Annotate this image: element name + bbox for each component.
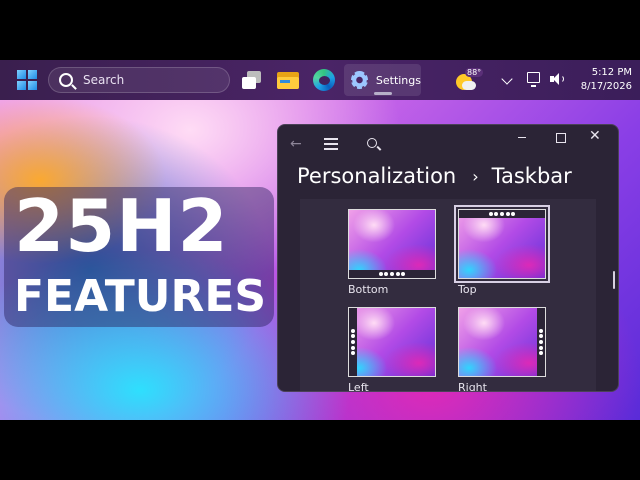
window-search-icon[interactable] — [367, 138, 377, 148]
position-left-label: Left — [348, 381, 369, 392]
letterbox-top — [0, 0, 640, 60]
weather-icon[interactable]: 88° — [456, 68, 486, 92]
letterbox-bottom — [0, 420, 640, 480]
taskbar-search-box[interactable]: Search — [48, 67, 230, 93]
network-icon[interactable] — [527, 72, 540, 87]
active-indicator — [374, 92, 392, 95]
taskbar-position-gallery: Bottom Top Left Right — [300, 199, 596, 391]
window-scrollbar[interactable] — [613, 271, 615, 289]
taskbar-clock[interactable]: 5:12 PM 8/17/2026 — [572, 66, 632, 94]
settings-gear-icon — [351, 71, 368, 89]
position-left-option[interactable] — [348, 307, 436, 377]
volume-icon[interactable] — [550, 73, 564, 85]
position-right-label: Right — [458, 381, 487, 392]
hero-title: 25H2 — [14, 184, 229, 268]
task-view-icon[interactable] — [241, 69, 263, 91]
position-top-label: Top — [458, 283, 477, 296]
hamburger-menu-icon[interactable] — [324, 138, 338, 153]
breadcrumb-taskbar: Taskbar — [491, 164, 572, 188]
weather-temp: 88° — [465, 68, 484, 77]
back-arrow-icon[interactable]: ← — [290, 136, 302, 152]
position-top-option[interactable] — [454, 205, 550, 283]
breadcrumb-personalization[interactable]: Personalization — [297, 164, 456, 188]
breadcrumb-separator: › — [472, 166, 479, 186]
settings-taskbar-label: Settings — [375, 73, 421, 87]
taskbar: Search Settings 88° 5:12 PM 8/17/2026 — [0, 60, 640, 100]
settings-taskbar-button[interactable]: Settings — [344, 64, 421, 96]
clock-date: 8/17/2026 — [580, 81, 632, 92]
maximize-icon[interactable] — [556, 133, 566, 143]
search-icon — [59, 73, 73, 87]
chevron-up-icon[interactable] — [501, 73, 513, 85]
search-placeholder: Search — [83, 73, 125, 87]
windows-logo-icon[interactable] — [17, 70, 37, 90]
clock-time: 5:12 PM — [591, 67, 632, 78]
window-toolbar: ← ✕ — [278, 125, 618, 161]
minimize-icon[interactable] — [518, 137, 526, 138]
position-bottom-label: Bottom — [348, 283, 389, 296]
position-bottom-option[interactable] — [348, 209, 436, 279]
position-right-option[interactable] — [458, 307, 546, 377]
edge-icon[interactable] — [313, 69, 335, 91]
file-explorer-icon[interactable] — [277, 69, 299, 91]
settings-window: ← ✕ Personalization › Taskbar Bottom Top — [277, 124, 619, 392]
breadcrumb: Personalization › Taskbar — [297, 161, 572, 191]
close-icon[interactable]: ✕ — [589, 128, 601, 144]
desktop: Search Settings 88° 5:12 PM 8/17/2026 25… — [0, 60, 640, 420]
hero-subtitle: FEATURES — [14, 271, 267, 322]
